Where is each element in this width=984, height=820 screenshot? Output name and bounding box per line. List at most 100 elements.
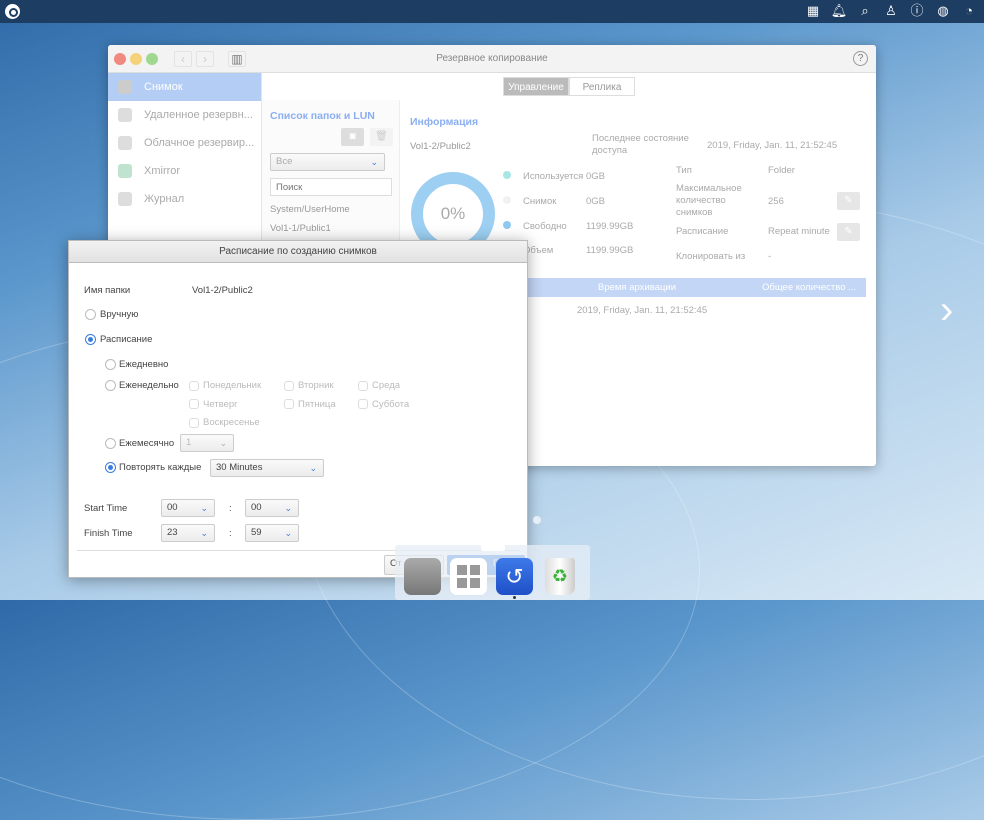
sidebar-item-label: Xmirror [144, 165, 181, 177]
logo-icon[interactable] [5, 4, 20, 19]
clone-value: - [768, 251, 772, 262]
globe-icon[interactable]: ◍ [934, 2, 952, 20]
folder-name-value: Vol1-2/Public2 [192, 285, 253, 296]
start-time-label: Start Time [84, 503, 128, 514]
repeat-interval-select[interactable]: 30 Minutes ⌄ [210, 459, 324, 477]
dock-handle[interactable] [481, 545, 505, 551]
back-button[interactable]: ‹ [174, 51, 192, 67]
tab-management[interactable]: Управление [503, 77, 569, 96]
table-cell[interactable]: 2019, Friday, Jan. 11, 21:52:45 [577, 305, 707, 316]
type-value: Folder [768, 165, 795, 176]
thursday-label: Четверг [203, 399, 238, 410]
filter-select[interactable]: Все ⌄ [270, 153, 385, 171]
finish-hour-select[interactable]: 23 ⌄ [161, 524, 215, 542]
friday-checkbox[interactable] [284, 399, 294, 409]
next-page-arrow[interactable]: › [940, 288, 953, 333]
colon-separator: : [229, 528, 232, 539]
free-label: Свободно [523, 221, 567, 232]
finish-hour-value: 23 [167, 527, 178, 538]
sidebar-item-label: Журнал [144, 193, 185, 205]
snapshot-swatch [503, 196, 511, 204]
monday-checkbox[interactable] [189, 381, 199, 391]
manual-label: Вручную [100, 309, 139, 320]
edit-schedule-button[interactable]: ✎ [837, 223, 860, 241]
repeat-label: Повторять каждые [119, 462, 202, 473]
delete-button[interactable]: 🗑︎ [370, 128, 393, 146]
repeat-radio[interactable] [105, 462, 116, 473]
sidebar-item-snapshot[interactable]: Снимок [108, 73, 261, 101]
clone-label: Клонировать из [676, 251, 746, 262]
sunday-label: Воскресенье [203, 417, 260, 428]
free-value: 1199.99GB [586, 221, 634, 232]
monthly-value: 1 [186, 437, 192, 448]
search-input[interactable] [270, 178, 392, 196]
daily-label: Ежедневно [119, 359, 169, 370]
sidebar-item-cloud[interactable]: Облачное резервир... [108, 129, 261, 157]
folder-name-label: Имя папки [84, 285, 131, 296]
snapshot-value: 0GB [586, 196, 606, 207]
thursday-checkbox[interactable] [189, 399, 199, 409]
column-header[interactable]: Общее количество ... [762, 278, 856, 297]
edit-max-button[interactable]: ✎ [837, 192, 860, 210]
running-indicator [513, 596, 516, 599]
apps-app-icon[interactable] [450, 558, 487, 595]
start-hour-select[interactable]: 00 ⌄ [161, 499, 215, 517]
used-label: Используется [523, 171, 584, 182]
apps-grid-icon[interactable]: ▦ [804, 2, 822, 20]
saturday-label: Суббота [372, 399, 410, 410]
schedule-radio[interactable] [85, 334, 96, 345]
cloud-icon [118, 136, 132, 150]
camera-icon [118, 80, 132, 94]
list-item[interactable]: System/UserHome [270, 204, 350, 215]
wednesday-checkbox[interactable] [358, 381, 368, 391]
wednesday-label: Среда [372, 380, 401, 391]
control-panel-app-icon[interactable] [404, 558, 441, 595]
database-icon [118, 108, 132, 122]
schedule-label: Расписание [676, 226, 729, 237]
forward-button[interactable]: › [196, 51, 214, 67]
colon-separator: : [229, 503, 232, 514]
repeat-interval-value: 30 Minutes [216, 462, 263, 473]
maximize-button[interactable] [146, 53, 158, 65]
close-button[interactable] [114, 53, 126, 65]
tuesday-label: Вторник [298, 380, 334, 391]
page-indicator-dot[interactable] [533, 516, 541, 524]
last-access-value: 2019, Friday, Jan. 11, 21:52:45 [707, 140, 838, 151]
help-button[interactable]: ? [853, 51, 868, 66]
sidebar-item-remote[interactable]: Удаленное резервн... [108, 101, 261, 129]
manual-radio[interactable] [85, 309, 96, 320]
backup-app-icon[interactable]: ↺ [496, 558, 533, 595]
monthly-radio[interactable] [105, 438, 116, 449]
trash-icon[interactable]: ♻ [545, 558, 575, 595]
finish-minute-value: 59 [251, 527, 262, 538]
user-icon[interactable]: ♙ [882, 2, 900, 20]
tab-replica[interactable]: Реплика [569, 77, 635, 96]
used-swatch [503, 171, 511, 179]
max-value: 256 [768, 196, 784, 207]
monday-label: Понедельник [203, 380, 262, 391]
daily-radio[interactable] [105, 359, 116, 370]
snapshot-button[interactable]: ◙ [341, 128, 364, 146]
column-header[interactable]: Время архивации [598, 278, 676, 297]
bell-icon[interactable]: 🔔︎ [830, 2, 848, 20]
list-item[interactable]: Vol1-1/Public1 [270, 223, 331, 234]
monthly-select[interactable]: 1 ⌄ [180, 434, 234, 452]
help-icon[interactable]: ⓘ [908, 2, 926, 20]
search-icon[interactable]: ⌕ [856, 2, 874, 20]
sidebar-item-log[interactable]: Журнал [108, 185, 261, 213]
dashboard-icon[interactable]: ◔ [960, 2, 978, 20]
finish-minute-select[interactable]: 59 ⌄ [245, 524, 299, 542]
sidebar-item-label: Облачное резервир... [144, 137, 255, 149]
sidebar-toggle-button[interactable]: ▥ [228, 51, 246, 67]
sunday-checkbox[interactable] [189, 418, 199, 428]
schedule-value: Repeat minute [768, 226, 830, 237]
minimize-button[interactable] [130, 53, 142, 65]
sidebar-item-xmirror[interactable]: Xmirror [108, 157, 261, 185]
weekly-radio[interactable] [105, 380, 116, 391]
top-bar: ▦ 🔔︎ ⌕ ♙ ⓘ ◍ ◔ [0, 0, 984, 23]
saturday-checkbox[interactable] [358, 399, 368, 409]
dialog-title: Расписание по созданию снимков [69, 241, 527, 263]
weekly-label: Еженедельно [119, 380, 179, 391]
tuesday-checkbox[interactable] [284, 381, 294, 391]
start-minute-select[interactable]: 00 ⌄ [245, 499, 299, 517]
